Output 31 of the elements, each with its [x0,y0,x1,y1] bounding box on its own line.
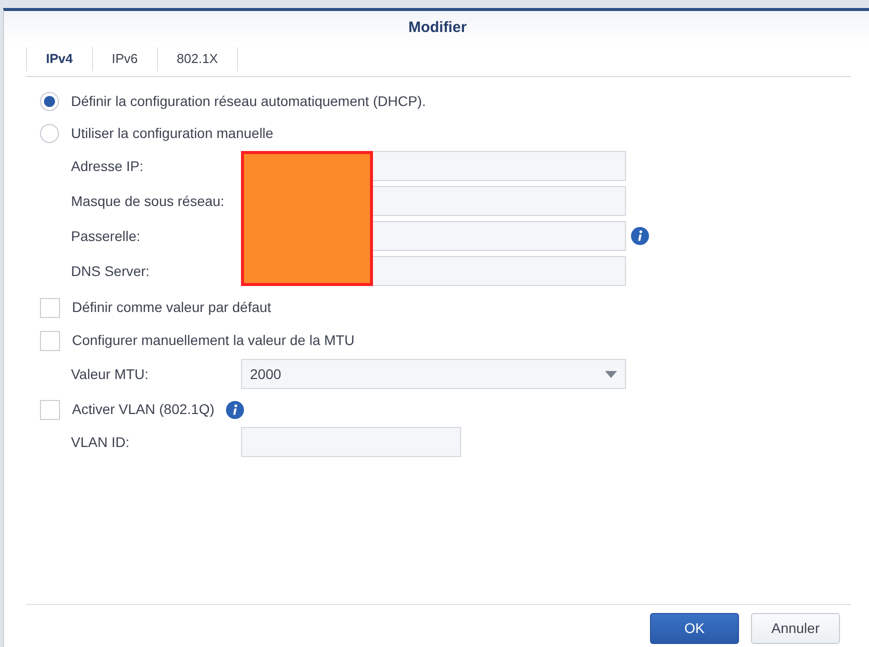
checkbox[interactable] [40,330,60,350]
input-field[interactable] [373,186,626,216]
checkbox[interactable] [40,298,60,318]
checkbox-label: Définir comme valeur par défaut [72,298,272,317]
info-icon[interactable] [631,227,649,245]
field-label: DNS Server: [71,262,151,280]
radio-label: Définir la configuration réseau automatiquement (DHCP). [71,92,426,111]
tab[interactable]: IPv4 [26,47,93,71]
field-label: Valeur MTU: [71,364,150,384]
input-field[interactable] [373,151,626,181]
checkbox-label: Configurer manuellement la valeur de la MTU [72,331,354,350]
checkbox[interactable] [40,400,60,420]
info-icon[interactable] [226,400,244,418]
tab[interactable]: 802.1X [158,47,238,71]
mtu-dropdown[interactable]: 2000 [241,359,626,389]
checkbox-label: Activer VLAN (802.1Q) [72,400,214,419]
radio-label: Utiliser la configuration manuelle [71,124,274,143]
cancel-button[interactable]: Annuler [751,613,840,644]
input-field[interactable] [241,427,461,457]
dialog-title: Modifier [408,18,467,38]
field-label: Adresse IP: [71,156,144,176]
tab[interactable]: IPv6 [92,47,158,71]
input-field[interactable] [373,221,626,251]
ok-button[interactable]: OK [650,613,739,644]
field-label: Passerelle: [71,226,142,246]
field-label: Masque de sous réseau: [71,192,226,211]
input-field[interactable] [373,256,626,286]
radio-button[interactable] [40,124,59,142]
caret-icon [605,370,617,378]
radio-button[interactable] [40,92,59,110]
field-label: VLAN ID: [71,432,130,452]
